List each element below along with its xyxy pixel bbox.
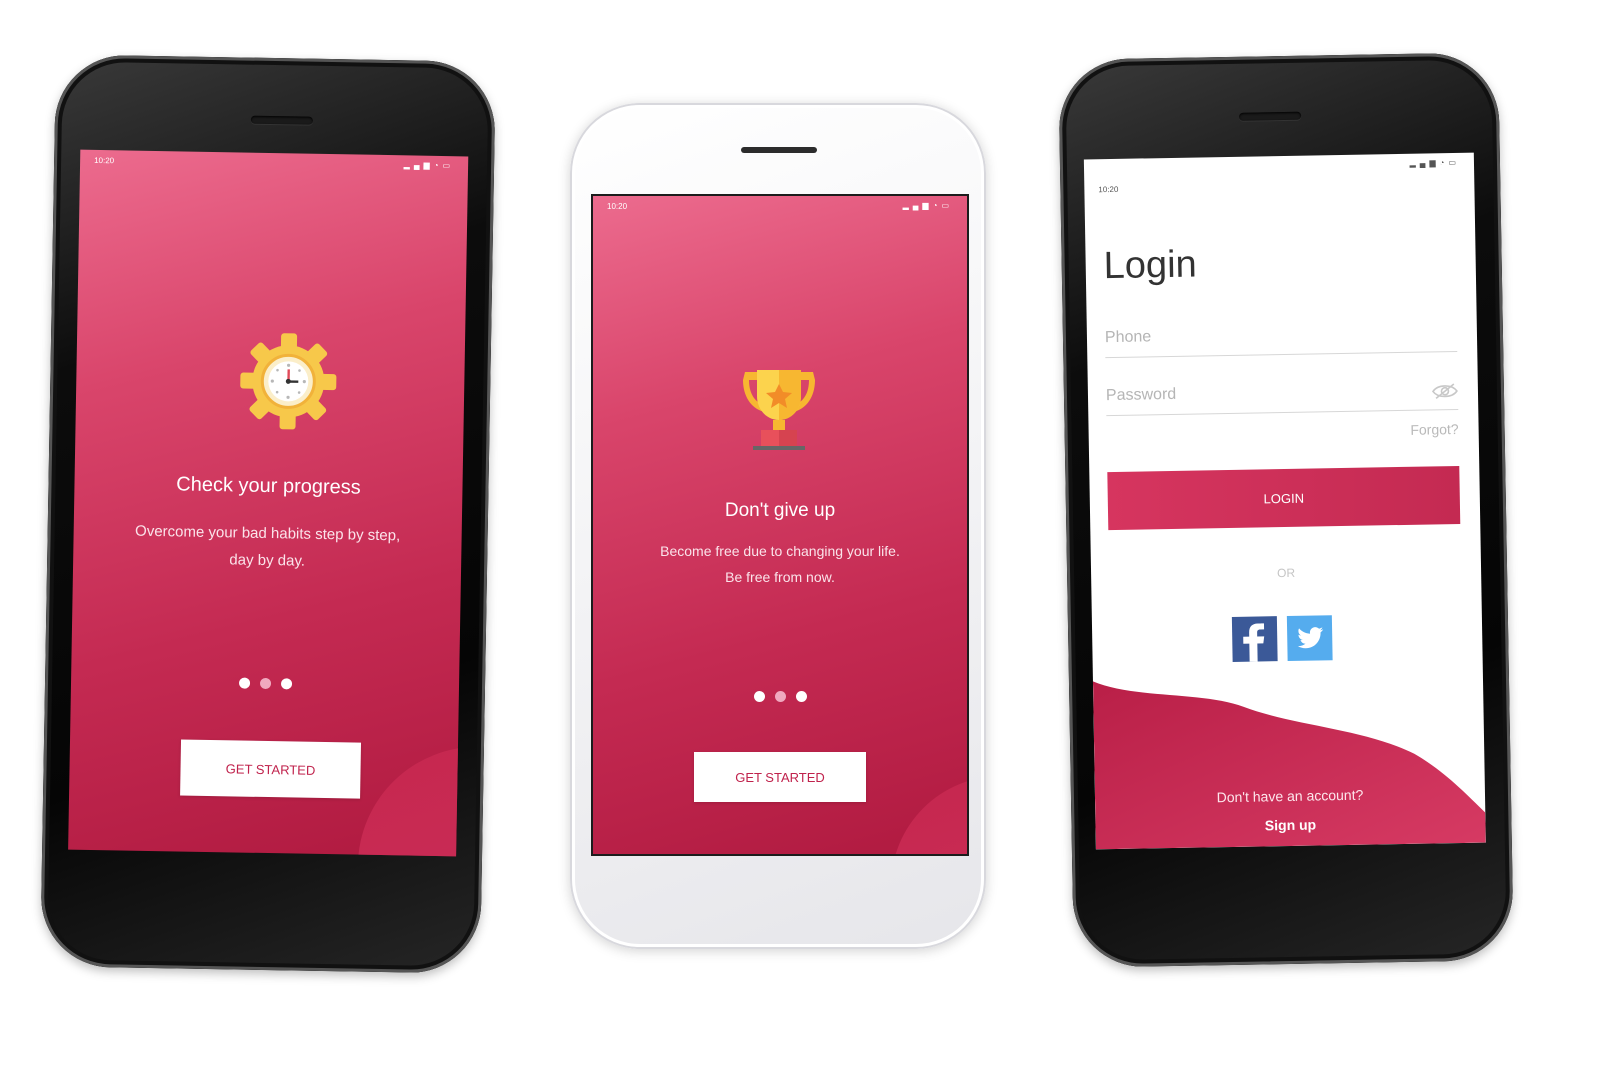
status-time: 10:20 — [94, 155, 115, 166]
onboarding-screen-dont-give-up: 10:20 ▂▄▆◔▭ Don't give up Become free du… — [591, 194, 969, 856]
speaker-grille — [1239, 111, 1302, 121]
phone-center: 10:20 ▂▄▆◔▭ Don't give up Become free du… — [570, 103, 986, 949]
twitter-icon[interactable] — [1286, 615, 1333, 661]
gear-clock-icon — [237, 330, 339, 432]
signal-icon: ▂▄▆ — [403, 160, 434, 170]
decorative-blob — [355, 744, 469, 857]
onboarding-screen-progress: 10:20 ▂▄▆◔▭ Check your progress Overcome… — [68, 149, 469, 857]
page-dot[interactable] — [753, 691, 765, 702]
phone-field[interactable] — [1104, 322, 1458, 359]
login-button[interactable]: LOGIN — [1107, 465, 1461, 531]
trophy-icon — [731, 364, 827, 460]
page-indicator[interactable] — [593, 689, 967, 707]
page-dot[interactable] — [795, 691, 807, 702]
login-title: Login — [1103, 243, 1198, 288]
login-screen: 10:20 ▂▄▆◔▭ Login Forgot? LOGIN OR — [1083, 152, 1486, 850]
page-dot[interactable] — [280, 678, 292, 690]
password-field[interactable] — [1105, 380, 1459, 417]
status-icons: ▂▄▆◔▭ — [1409, 158, 1460, 168]
phone-right: 10:20 ▂▄▆◔▭ Login Forgot? LOGIN OR — [1058, 52, 1514, 968]
page-indicator[interactable] — [71, 673, 459, 698]
or-divider: OR — [1276, 565, 1296, 581]
status-bar: 10:20 ▂▄▆◔▭ — [80, 150, 468, 177]
page-dot-active[interactable] — [259, 677, 271, 690]
status-icons: ▂▄▆◔▭ — [903, 201, 953, 210]
onboarding-subtitle-line-2: day by day. — [229, 551, 306, 570]
phone-left: 10:20 ▂▄▆◔▭ Check your progress Overcome… — [40, 54, 496, 974]
phone-input[interactable] — [1104, 322, 1458, 348]
page-dot-active[interactable] — [774, 691, 786, 702]
onboarding-subtitle-line-1: Become free due to changing your life. — [660, 543, 900, 559]
onboarding-subtitle-line-2: Be free from now. — [725, 569, 835, 585]
eye-off-icon[interactable] — [1431, 383, 1458, 404]
password-input[interactable] — [1105, 380, 1459, 406]
battery-icon: ▭ — [941, 201, 953, 210]
status-time: 10:20 — [607, 202, 628, 211]
battery-icon: ▭ — [442, 160, 455, 171]
get-started-button[interactable]: GET STARTED — [180, 739, 362, 799]
status-icons: ▂▄▆◔▭ — [404, 160, 455, 170]
page-dot[interactable] — [238, 677, 250, 689]
facebook-icon[interactable] — [1231, 616, 1278, 662]
get-started-button[interactable]: GET STARTED — [694, 752, 866, 802]
status-bar: 10:20 ▂▄▆◔▭ — [1084, 153, 1474, 194]
speaker-grille — [250, 115, 313, 125]
onboarding-title: Check your progress — [176, 473, 361, 499]
battery-icon: ▭ — [1448, 157, 1461, 168]
speaker-grille — [741, 147, 817, 153]
status-bar: 10:20 ▂▄▆◔▭ — [593, 196, 967, 216]
signal-icon: ▂▄▆ — [1409, 158, 1440, 168]
status-time: 10:20 — [1098, 184, 1119, 195]
decorative-blob — [891, 776, 967, 854]
forgot-password-link[interactable]: Forgot? — [1410, 421, 1459, 438]
signal-icon: ▂▄▆ — [902, 201, 933, 210]
onboarding-title: Don't give up — [724, 500, 836, 521]
